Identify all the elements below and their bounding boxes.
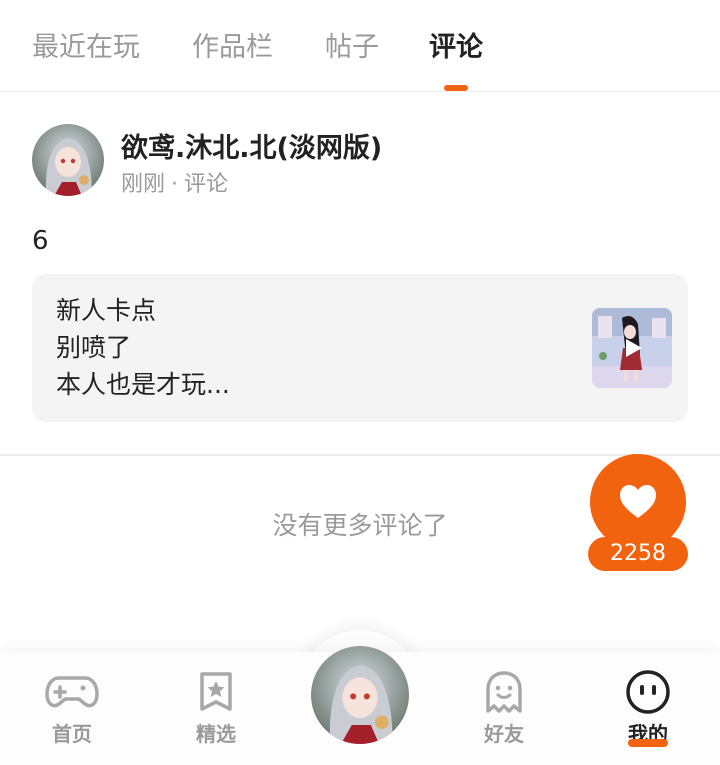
video-thumbnail[interactable] (592, 308, 672, 388)
star-bookmark-icon (188, 670, 244, 714)
active-tab-indicator (444, 85, 468, 91)
author-avatar[interactable] (32, 124, 104, 196)
tab-posts[interactable]: 帖子 (325, 30, 379, 66)
comment-type: 评论 (184, 172, 229, 197)
section-divider (0, 454, 720, 456)
like-count: 2258 (588, 537, 688, 571)
nav-friends-label: 好友 (484, 722, 524, 746)
play-icon (626, 339, 642, 357)
ghost-icon (476, 670, 532, 714)
quoted-post-line: 新人卡点 (56, 296, 157, 325)
quoted-post-line: 别喷了 (56, 333, 132, 362)
active-nav-indicator (628, 739, 668, 747)
nav-home-label: 首页 (52, 722, 92, 746)
comment-time: 刚刚 (121, 172, 166, 197)
comment-meta: 刚刚 · 评论 (121, 166, 228, 198)
center-avatar-button[interactable] (311, 646, 409, 744)
nav-home[interactable]: 首页 (12, 652, 132, 765)
heart-icon (620, 485, 656, 518)
quoted-post-card[interactable]: 新人卡点 别喷了 本人也是才玩... (32, 274, 688, 422)
like-button[interactable] (590, 454, 686, 550)
comment-text: 6 (32, 226, 49, 256)
author-name[interactable]: 欲鸢.沐北.北(淡网版) (121, 126, 382, 165)
tab-recent-played[interactable]: 最近在玩 (32, 30, 140, 66)
nav-featured[interactable]: 精选 (156, 652, 276, 765)
tab-comments[interactable]: 评论 (429, 30, 483, 66)
nav-featured-label: 精选 (196, 722, 236, 746)
nav-friends[interactable]: 好友 (444, 652, 564, 765)
quoted-post-line: 本人也是才玩... (56, 370, 230, 399)
tab-works[interactable]: 作品栏 (192, 30, 273, 66)
gamepad-icon (44, 670, 100, 714)
profile-tabs: 最近在玩 作品栏 帖子 评论 (0, 0, 720, 92)
nav-me[interactable]: 我的 (588, 652, 708, 765)
meta-separator: · (171, 172, 179, 197)
smiley-face-icon (620, 670, 676, 714)
